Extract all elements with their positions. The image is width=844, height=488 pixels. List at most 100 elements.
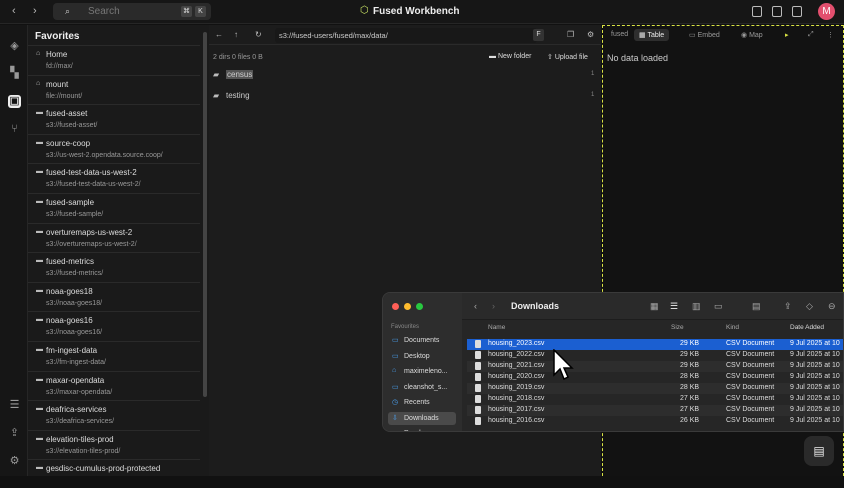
folder-icon: ▭ [392,383,399,391]
back-icon[interactable]: ‹ [12,5,16,17]
col-kind[interactable]: Kind [726,324,739,331]
files-icon[interactable]: ▣ [8,95,21,108]
list-icon[interactable]: ☰ [8,399,21,412]
col-date[interactable]: Date Added [790,324,824,331]
finder-sidebar-label: Downloads [404,414,439,422]
file-name: housing_2020.csv [488,373,545,380]
finder-sidebar-item[interactable]: ▭ Desktop [388,350,456,363]
back-icon[interactable]: ← [215,30,223,39]
up-icon[interactable]: ↑ [234,30,238,39]
expand-icon[interactable]: ⤢ [808,31,814,39]
file-row[interactable]: housing_2018.csv 27 KB CSV Document 9 Jul 2… [467,394,843,405]
finder-sidebar-item[interactable]: ◷ Recents [388,396,456,409]
file-name: housing_2022.csv [488,351,545,358]
favorite-item[interactable]: ▬ deafrica-services s3://deafrica-services… [28,400,200,429]
avatar[interactable]: M [818,3,835,20]
file-row[interactable]: housing_2021.csv 29 KB CSV Document 9 Jul 2… [467,361,843,372]
copy-icon[interactable]: ❐ [567,30,574,39]
upload-file-button[interactable]: ⇧ Upload file [547,53,588,61]
layout-left-icon[interactable] [752,6,762,17]
column-view-icon[interactable]: ▥ [692,301,701,312]
gear-icon[interactable]: ⚙ [8,455,21,468]
bucket-icon: ▬ [36,286,43,294]
browser-stats: 2 dirs 0 files 0 B [213,54,263,61]
favorite-path: s3://fused-test-data-us-west-2/ [46,181,141,189]
favorite-item[interactable]: ▬ maxar-opendata s3://maxar-opendata/ [28,370,200,400]
favorite-item[interactable]: ▬ noaa-goes18 s3://noaa-goes18/ [28,281,200,311]
back-icon[interactable]: ‹ [474,301,477,311]
minimize-icon[interactable] [404,303,411,310]
finder-sidebar-item[interactable]: ⇩ Downloads [388,411,456,425]
favorite-item[interactable]: ▬ fused-metrics s3://fused-metrics/ [28,252,200,281]
favorite-item[interactable]: ▬ elevation-tiles-prod s3://elevation-tile… [28,429,200,459]
favorite-name: fm-ingest-data [46,346,98,355]
share-icon[interactable]: ⇪ [784,301,792,312]
search-box[interactable]: ⌕ Search ⌘ K [53,3,211,20]
browser-row[interactable]: ▰ testing 1 [209,89,601,103]
file-name: housing_2016.csv [488,417,545,424]
bucket-icon: ▬ [36,257,43,265]
file-row[interactable]: housing_2023.csv 29 KB CSV Document 9 Jul 2… [467,339,843,350]
favorite-item[interactable]: ▬ fused-test-data-us-west-2 s3://fused-tes… [28,163,200,192]
favorite-item[interactable]: ▬ overturemaps-us-west-2 s3://overturemaps… [28,222,200,252]
gallery-view-icon[interactable]: ▭ [714,301,723,312]
file-icon [475,395,481,403]
close-icon[interactable] [392,303,399,310]
list-view-icon[interactable]: ☰ [670,301,678,312]
bucket-icon: ▬ [36,138,43,146]
icon-view-icon[interactable]: ▦ [650,301,659,312]
favorite-item[interactable]: ▬ noaa-goes16 s3://noaa-goes16/ [28,311,200,340]
kbd-k: K [195,6,206,17]
file-icon [475,406,481,414]
file-row[interactable]: housing_2016.csv 26 KB CSV Document 9 Jul 2… [467,416,843,427]
share-icon[interactable]: ⇪ [8,427,21,440]
more-icon[interactable]: ⊖ [828,301,836,312]
source-label: fused [611,31,629,38]
favorite-item[interactable]: ⌂ mount file://mount/ [28,74,200,104]
cube-icon[interactable]: ◈ [8,40,21,53]
forward-icon[interactable]: › [33,5,37,17]
chat-button[interactable]: ▤ [804,436,834,466]
tag-icon[interactable]: ◇ [806,301,813,312]
file-row[interactable]: housing_2017.csv 27 KB CSV Document 9 Jul 2… [467,405,843,416]
forward-icon[interactable]: › [492,301,495,311]
more-icon[interactable]: ⋮ [827,31,834,39]
top-bar: ‹ › ⌕ Search ⌘ K ⬡ Fused Workbench M [0,0,844,24]
blocks-icon[interactable]: ▚ [8,67,21,80]
file-row[interactable]: housing_2019.csv 28 KB CSV Document 9 Jul 2… [467,383,843,394]
layout-split-icon[interactable] [772,6,782,17]
favorite-item[interactable]: ▬ fused-asset s3://fused-asset/ [28,104,200,133]
tab-embed[interactable]: ▭ Embed [689,31,720,39]
folder-icon: ◷ [392,399,399,406]
favorite-item[interactable]: ⌂ Home fd://max/ [28,45,200,74]
finder-sidebar-item[interactable]: ⌂ maximeleno... [388,365,456,378]
col-size[interactable]: Size [671,324,684,331]
layout-right-icon[interactable] [792,6,802,17]
file-row[interactable]: housing_2020.csv 28 KB CSV Document 9 Jul 2… [467,372,843,383]
path-input[interactable]: s3://fused-users/fused/max/data/ [275,28,537,43]
favorite-path: s3://fused-metrics/ [46,270,104,278]
favorite-item[interactable]: ▬ fused-sample s3://fused-sample/ [28,193,200,222]
favorite-path: s3://fused-asset/ [46,122,98,130]
browser-row[interactable]: ▰ census 1 [209,68,601,82]
finder-sidebar-item[interactable]: ▭ cleanshot_s... [388,381,456,394]
tab-map[interactable]: ◉ Map [741,31,763,39]
favorite-item[interactable]: ▬ source-coop s3://us-west-2.opendata.sour… [28,133,200,163]
refresh-icon[interactable]: ↻ [255,30,262,39]
finder-sidebar-item[interactable]: ▭ Documents [388,334,456,347]
zoom-icon[interactable] [416,303,423,310]
gear-icon[interactable]: ⚙ [587,30,594,39]
col-name[interactable]: Name [488,324,505,331]
favorite-path: s3://overturemaps-us-west-2/ [46,240,137,248]
finder-sidebar-item[interactable]: ▭ Dropbox [388,427,456,431]
file-size: 27 KB [680,406,700,413]
file-row[interactable]: housing_2022.csv 29 KB CSV Document 9 Jul 2… [467,350,843,361]
group-icon[interactable]: ▤ [752,301,761,312]
favorites-scrollbar[interactable] [203,32,207,397]
favorite-item[interactable]: ▬ fm-ingest-data s3://fm-ingest-data/ [28,341,200,370]
favorite-item[interactable]: ▬ gesdisc-cumulus-prod-protected [28,459,200,488]
tab-table[interactable]: ▦ Table [634,29,670,41]
play-icon[interactable]: ▸ [785,31,789,39]
branch-icon[interactable]: ⑂ [8,123,21,136]
new-folder-button[interactable]: ▬ New folder [489,53,531,60]
